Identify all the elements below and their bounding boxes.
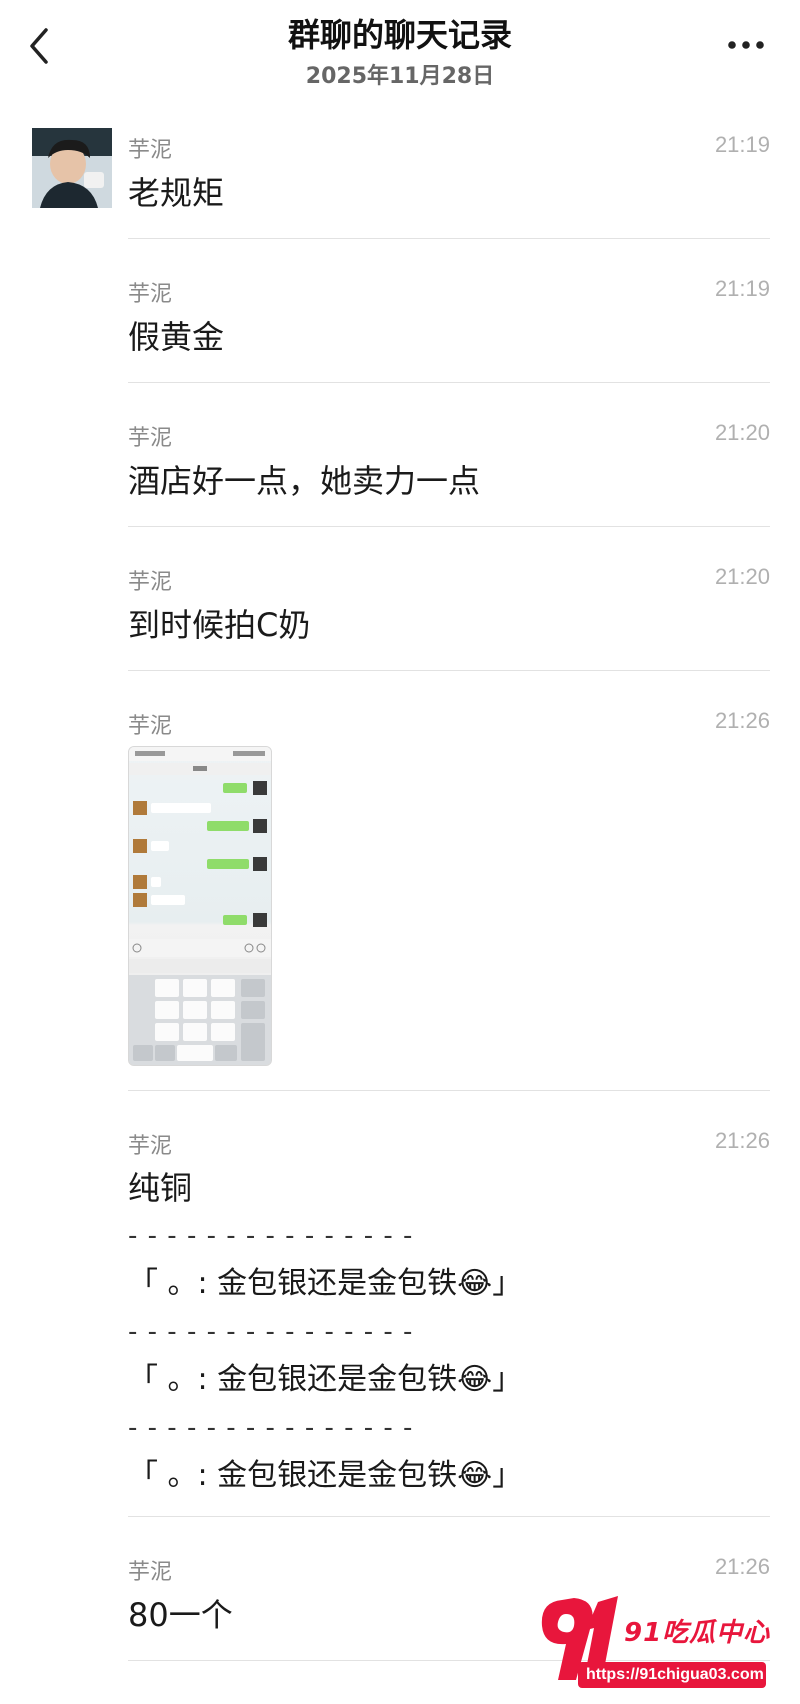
message-item[interactable]: 芋泥 21:19 假黄金 xyxy=(128,276,770,356)
quoted-reply: 「 。: 金包银还是金包铁😂」 xyxy=(128,1266,523,1301)
sender-name: 芋泥 xyxy=(128,570,173,595)
quoted-reply: 「 。: 金包银还是金包铁😂」 xyxy=(128,1362,523,1397)
message-item[interactable]: 芋泥 21:26 纯铜 - - - - - - - - - - - - - - … xyxy=(128,1128,770,1498)
divider xyxy=(128,670,770,671)
sender-name: 芋泥 xyxy=(128,426,173,451)
message-item[interactable]: 芋泥 21:26 xyxy=(128,708,770,1068)
watermark-logo: 91吃瓜中心 https://91chigua03.com xyxy=(536,1588,776,1700)
divider xyxy=(128,382,770,383)
page-title: 群聊的聊天记录 xyxy=(287,16,512,54)
separator-line: - - - - - - - - - - - - - - - xyxy=(128,1221,414,1251)
separator-line: - - - - - - - - - - - - - - - xyxy=(128,1317,414,1347)
divider xyxy=(128,1516,770,1517)
message-text: 到时候拍C奶 xyxy=(128,606,311,644)
page-date: 2025年11月28日 xyxy=(305,64,495,89)
message-time: 21:26 xyxy=(714,1554,770,1579)
message-text: 纯铜 xyxy=(128,1169,193,1207)
more-options-button[interactable] xyxy=(722,30,772,60)
message-item[interactable]: 芋泥 21:19 老规矩 xyxy=(128,132,770,212)
divider xyxy=(128,238,770,239)
message-text: 老规矩 xyxy=(128,174,225,212)
message-text: 酒店好一点，她卖力一点 xyxy=(128,462,481,500)
message-text: 80一个 xyxy=(128,1596,233,1634)
person-photo-icon xyxy=(32,128,112,208)
divider xyxy=(128,526,770,527)
watermark-url: https://91chigua03.com xyxy=(586,1666,764,1683)
sender-name: 芋泥 xyxy=(128,282,173,307)
message-time: 21:20 xyxy=(714,564,770,589)
message-time: 21:20 xyxy=(714,420,770,445)
chat-screenshot-image-icon xyxy=(129,747,271,1065)
message-quote-block: 纯铜 - - - - - - - - - - - - - - - 「 。: 金包… xyxy=(128,1164,522,1500)
message-text: 假黄金 xyxy=(128,318,225,356)
quoted-reply: 「 。: 金包银还是金包铁😂」 xyxy=(128,1458,523,1493)
message-time: 21:26 xyxy=(714,708,770,733)
message-time: 21:26 xyxy=(714,1128,770,1153)
avatar[interactable] xyxy=(32,128,112,208)
more-dots-icon xyxy=(728,41,764,49)
separator-line: - - - - - - - - - - - - - - - xyxy=(128,1413,414,1443)
sender-name: 芋泥 xyxy=(128,714,173,739)
header-bar: 群聊的聊天记录 2025年11月28日 xyxy=(0,0,800,100)
message-time: 21:19 xyxy=(714,276,770,301)
sender-name: 芋泥 xyxy=(128,1134,173,1159)
watermark-logo-text: 91吃瓜中心 xyxy=(624,1618,771,1648)
divider xyxy=(128,1090,770,1091)
chat-screenshot-thumbnail[interactable] xyxy=(128,746,272,1066)
message-time: 21:19 xyxy=(714,132,770,157)
sender-name: 芋泥 xyxy=(128,138,173,163)
sender-name: 芋泥 xyxy=(128,1560,173,1585)
message-item[interactable]: 芋泥 21:20 到时候拍C奶 xyxy=(128,564,770,644)
message-item[interactable]: 芋泥 21:20 酒店好一点，她卖力一点 xyxy=(128,420,770,500)
